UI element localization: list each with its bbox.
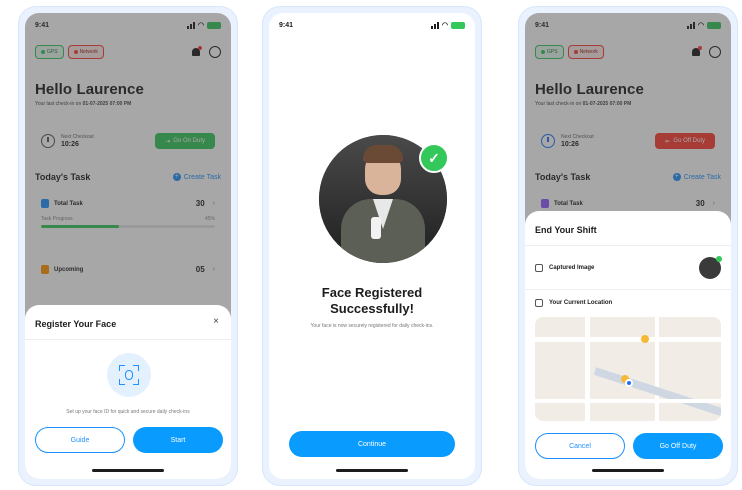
sheet-title: Register Your Face xyxy=(35,319,117,329)
continue-button[interactable]: Continue xyxy=(289,431,455,457)
home-indicator xyxy=(592,469,664,472)
success-title-line2: Successfully! xyxy=(330,301,414,316)
start-button[interactable]: Start xyxy=(133,427,223,453)
battery-icon xyxy=(451,21,465,29)
divider xyxy=(25,339,231,340)
status-time: 9:41 xyxy=(279,21,294,29)
cancel-button[interactable]: Cancel xyxy=(535,433,625,459)
location-map[interactable] xyxy=(535,317,721,421)
close-icon[interactable]: × xyxy=(213,316,219,327)
sheet-description: Set up your face ID for quick and secure… xyxy=(66,409,190,415)
guide-button[interactable]: Guide xyxy=(35,427,125,453)
divider xyxy=(525,289,731,290)
phone-screen: 9:41 ◠ GPS Network Hello Laurence Your l… xyxy=(25,13,231,479)
face-scan-icon xyxy=(107,353,151,397)
phone-end-shift: 9:41 ◠ GPS Network Hello Laurence Your l… xyxy=(518,6,738,486)
current-location-row: Your Current Location xyxy=(535,299,721,307)
check-icon: ✓ xyxy=(419,143,449,173)
current-location-marker-icon xyxy=(625,379,633,387)
go-off-duty-confirm-button[interactable]: Go Off Duty xyxy=(633,433,723,459)
captured-image-thumbnail[interactable] xyxy=(699,256,722,279)
divider xyxy=(525,245,731,246)
success-title-line1: Face Registered xyxy=(321,285,423,300)
phone-screen: 9:41 ◠ ✓ Face Registered Successfully! Y… xyxy=(269,13,475,479)
success-title: Face Registered Successfully! xyxy=(269,285,475,317)
success-subtitle: Your face is now securely registered for… xyxy=(310,323,434,329)
camera-icon xyxy=(535,264,543,272)
current-location-label: Your Current Location xyxy=(549,300,613,306)
phone-screen: 9:41 ◠ GPS Network Hello Laurence Your l… xyxy=(525,13,731,479)
status-bar: 9:41 ◠ xyxy=(279,19,465,31)
wifi-icon: ◠ xyxy=(441,22,448,29)
sheet-title: End Your Shift xyxy=(535,225,597,235)
home-indicator xyxy=(92,469,164,472)
map-marker-icon xyxy=(641,335,649,343)
captured-image-row: Captured Image xyxy=(535,256,722,279)
signal-icon xyxy=(430,21,439,29)
phone-register-face: 9:41 ◠ GPS Network Hello Laurence Your l… xyxy=(18,6,238,486)
home-indicator xyxy=(336,469,408,472)
status-icons: ◠ xyxy=(430,21,465,29)
phone-face-registered: 9:41 ◠ ✓ Face Registered Successfully! Y… xyxy=(262,6,482,486)
register-face-sheet: Register Your Face × Set up your face ID… xyxy=(25,305,231,479)
captured-image-label: Captured Image xyxy=(549,265,595,271)
location-icon xyxy=(535,299,543,307)
